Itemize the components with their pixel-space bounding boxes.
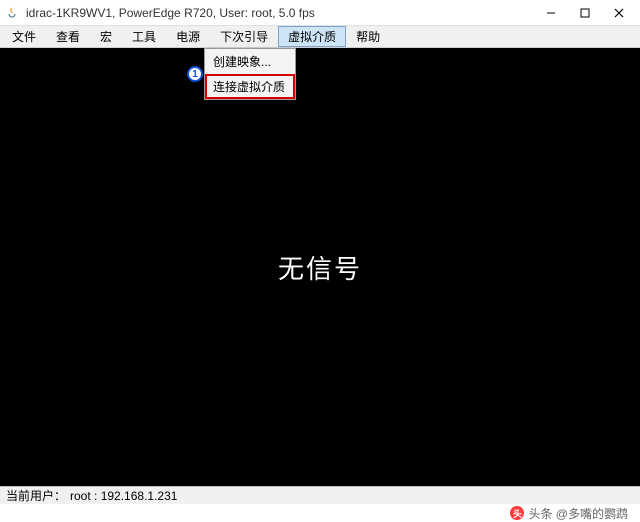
watermark-logo-icon: 头	[510, 506, 524, 520]
watermark: 头 头条 @多嘴的鹦鹉	[0, 504, 640, 522]
menubar: 文件 查看 宏 工具 电源 下次引导 虚拟介质 帮助	[0, 26, 640, 48]
menu-virtual-media[interactable]: 虚拟介质	[278, 26, 346, 47]
no-signal-text: 无信号	[278, 249, 362, 286]
menu-power[interactable]: 电源	[166, 26, 210, 47]
statusbar: 当前用户： root : 192.168.1.231	[0, 486, 640, 504]
menu-file[interactable]: 文件	[2, 26, 46, 47]
menu-macro[interactable]: 宏	[90, 26, 122, 47]
virtual-media-dropdown: 创建映象... 连接虚拟介质	[204, 48, 296, 100]
menu-help[interactable]: 帮助	[346, 26, 390, 47]
close-button[interactable]	[602, 2, 636, 24]
dropdown-create-image[interactable]: 创建映象...	[205, 49, 295, 74]
console-viewport[interactable]: 无信号	[0, 48, 640, 486]
window-controls	[534, 2, 636, 24]
menu-tools[interactable]: 工具	[122, 26, 166, 47]
java-icon	[4, 5, 20, 21]
menu-view[interactable]: 查看	[46, 26, 90, 47]
dropdown-connect-virtual-media[interactable]: 连接虚拟介质	[205, 74, 295, 99]
titlebar: idrac-1KR9WV1, PowerEdge R720, User: roo…	[0, 0, 640, 26]
watermark-text: 头条 @多嘴的鹦鹉	[528, 505, 628, 522]
menu-next-boot[interactable]: 下次引导	[210, 26, 278, 47]
callout-badge: 1	[187, 66, 203, 82]
status-label: 当前用户：	[6, 487, 66, 504]
status-value: root : 192.168.1.231	[70, 489, 177, 503]
window-title: idrac-1KR9WV1, PowerEdge R720, User: roo…	[26, 6, 534, 20]
minimize-button[interactable]	[534, 2, 568, 24]
maximize-button[interactable]	[568, 2, 602, 24]
